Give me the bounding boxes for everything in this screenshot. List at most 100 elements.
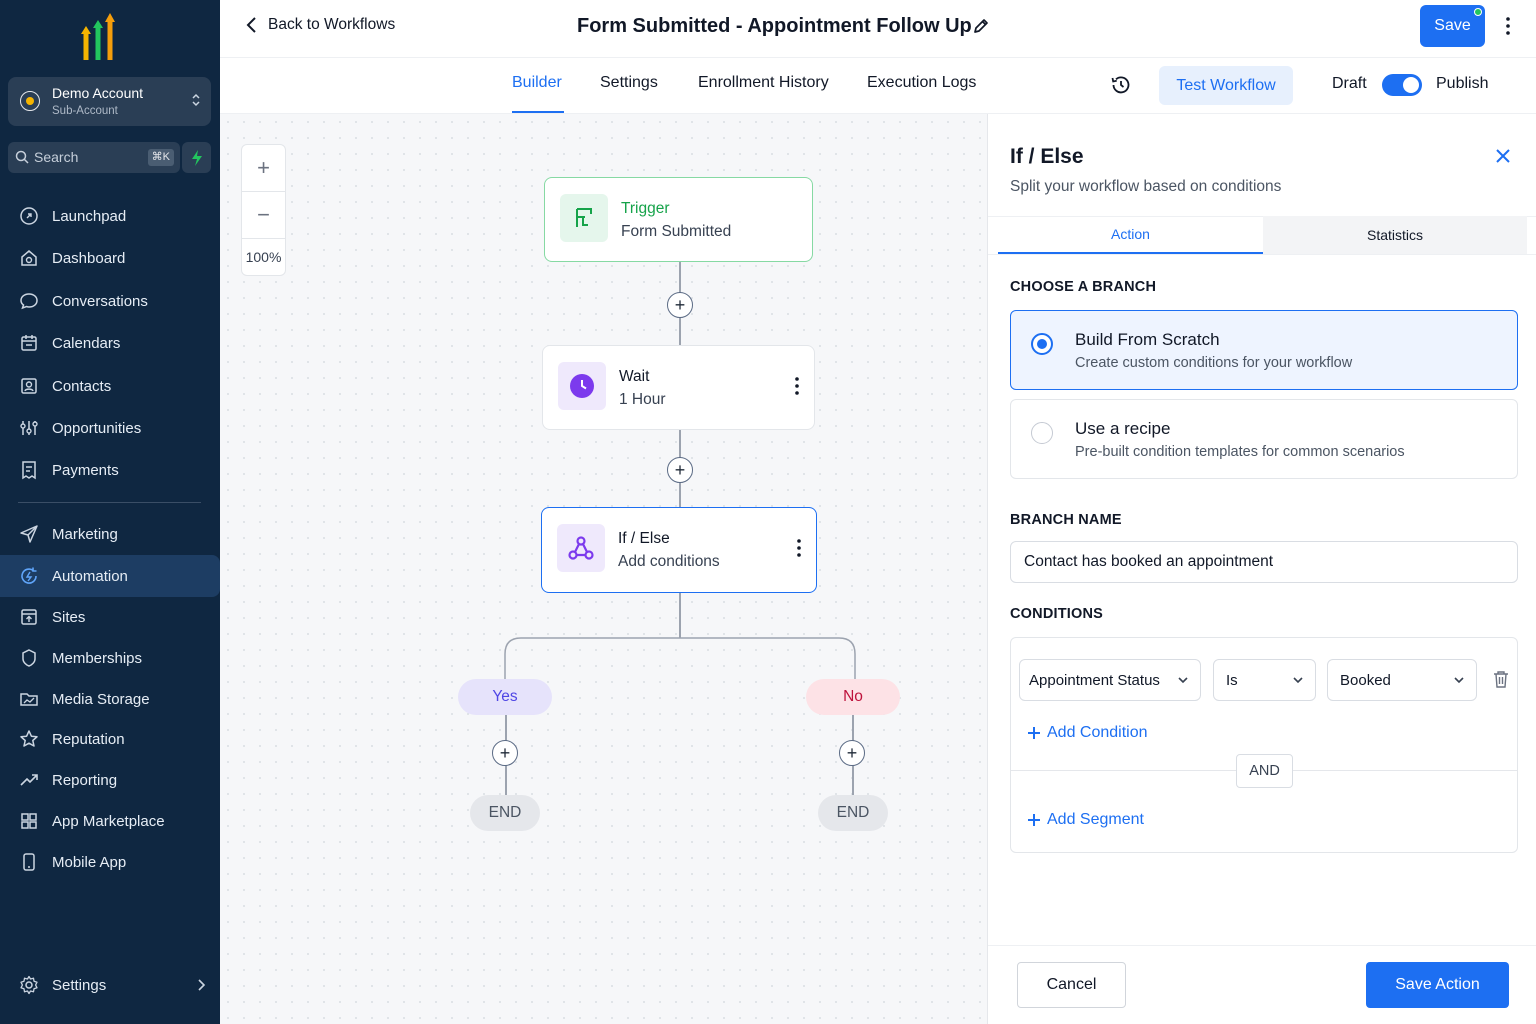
zoom-out-button[interactable]: − — [242, 192, 285, 238]
trigger-node[interactable]: Trigger Form Submitted — [544, 177, 813, 262]
zoom-divider — [242, 238, 285, 239]
sidebar-item-payments[interactable]: Payments — [0, 449, 220, 491]
sidebar-item-memberships[interactable]: Memberships — [0, 637, 220, 679]
yes-branch-label[interactable]: Yes — [458, 679, 552, 715]
sidebar-item-settings[interactable]: Settings — [0, 964, 220, 1006]
tab-statistics[interactable]: Statistics — [1263, 216, 1527, 254]
tab-execution-logs[interactable]: Execution Logs — [867, 74, 976, 92]
add-step-button[interactable]: + — [667, 292, 693, 318]
chevron-left-icon — [246, 17, 256, 33]
publish-toggle[interactable] — [1382, 74, 1422, 96]
sidebar-item-label: Calendars — [52, 334, 121, 352]
sidebar-search[interactable]: Search ⌘K — [8, 142, 180, 173]
add-step-yes-button[interactable]: + — [492, 740, 518, 766]
cancel-button[interactable]: Cancel — [1017, 962, 1126, 1008]
chevron-down-icon — [1293, 677, 1303, 684]
ifelse-node[interactable]: If / Else Add conditions — [541, 507, 817, 593]
sidebar-item-reputation[interactable]: Reputation — [0, 718, 220, 760]
sidebar-item-launchpad[interactable]: Launchpad — [0, 195, 220, 237]
tab-builder[interactable]: Builder — [512, 74, 562, 92]
sidebar-item-contacts[interactable]: Contacts — [0, 365, 220, 407]
and-operator-badge[interactable]: AND — [1236, 754, 1293, 788]
selected-value: Appointment Status — [1029, 672, 1160, 689]
connector-line — [679, 593, 681, 638]
sidebar-item-automation[interactable]: Automation — [0, 555, 220, 597]
back-to-workflows-link[interactable]: Back to Workflows — [246, 16, 395, 34]
sidebar-item-marketing[interactable]: Marketing — [0, 513, 220, 555]
radio-button[interactable] — [1031, 422, 1053, 444]
save-button[interactable]: Save — [1420, 5, 1485, 47]
close-icon[interactable] — [1494, 147, 1512, 165]
app-logo[interactable] — [78, 10, 118, 60]
search-shortcut: ⌘K — [147, 149, 174, 166]
sidebar-item-opportunities[interactable]: Opportunities — [0, 407, 220, 449]
tab-enrollment-history[interactable]: Enrollment History — [698, 74, 829, 92]
add-step-no-button[interactable]: + — [839, 740, 865, 766]
sidebar-item-conversations[interactable]: Conversations — [0, 280, 220, 322]
trash-icon[interactable] — [1493, 670, 1509, 688]
automation-icon — [21, 567, 37, 584]
media-storage-icon — [20, 693, 38, 706]
condition-operator-select[interactable]: Is — [1213, 659, 1316, 701]
grid-icon — [21, 813, 37, 829]
sidebar-item-label: Launchpad — [52, 207, 127, 225]
node-menu-icon[interactable] — [796, 538, 802, 558]
branch-name-heading: BRANCH NAME — [1010, 512, 1122, 528]
quick-actions-button[interactable] — [182, 142, 211, 173]
option-build-from-scratch[interactable]: Build From Scratch Create custom conditi… — [1010, 310, 1518, 390]
trigger-subtitle: Form Submitted — [621, 223, 732, 240]
workflow-title: Form Submitted - Appointment Follow Up — [577, 15, 972, 37]
dashboard-icon — [21, 250, 37, 266]
history-icon[interactable] — [1110, 74, 1132, 96]
sidebar-item-dashboard[interactable]: Dashboard — [0, 237, 220, 279]
sidebar-item-mobile-app[interactable]: Mobile App — [0, 841, 220, 883]
chevron-down-icon — [1178, 677, 1188, 684]
calendar-icon — [21, 335, 37, 351]
payments-icon — [22, 461, 36, 480]
add-segment-button[interactable]: Add Segment — [1027, 811, 1144, 829]
condition-value-select[interactable]: Booked — [1327, 659, 1477, 701]
add-step-button[interactable]: + — [667, 457, 693, 483]
zoom-in-button[interactable]: + — [242, 145, 285, 191]
sidebar-item-label: Mobile App — [52, 853, 127, 871]
tab-action-label: Action — [1111, 226, 1150, 242]
test-workflow-button[interactable]: Test Workflow — [1159, 66, 1293, 105]
workflow-canvas[interactable]: + − 100% Trigger Form Submitted + Wait 1… — [220, 114, 987, 1024]
workflow-tabs: Builder Settings Enrollment History Exec… — [220, 58, 1536, 114]
sidebar-item-sites[interactable]: Sites — [0, 596, 220, 638]
tab-settings[interactable]: Settings — [600, 74, 658, 92]
chat-icon — [20, 293, 38, 310]
option-use-recipe[interactable]: Use a recipe Pre-built condition templat… — [1010, 399, 1518, 479]
sidebar-item-app-marketplace[interactable]: App Marketplace — [0, 800, 220, 842]
contacts-icon — [21, 378, 37, 394]
unsaved-indicator — [1474, 8, 1482, 16]
sidebar-item-reporting[interactable]: Reporting — [0, 759, 220, 801]
branch-connector — [504, 637, 856, 714]
form-icon — [560, 194, 608, 242]
edit-title-icon[interactable] — [972, 17, 990, 35]
choose-branch-heading: CHOOSE A BRANCH — [1010, 279, 1157, 295]
node-menu-icon[interactable] — [794, 376, 800, 396]
more-options-icon[interactable] — [1500, 16, 1516, 36]
wait-node[interactable]: Wait 1 Hour — [542, 345, 815, 430]
sidebar-item-media-storage[interactable]: Media Storage — [0, 678, 220, 720]
save-action-button[interactable]: Save Action — [1366, 962, 1509, 1008]
radio-button[interactable] — [1031, 333, 1053, 355]
no-branch-label[interactable]: No — [806, 679, 900, 715]
account-switcher[interactable]: Demo Account Sub-Account — [8, 77, 211, 126]
mobile-icon — [23, 853, 35, 871]
sidebar-item-calendars[interactable]: Calendars — [0, 322, 220, 364]
sites-icon — [21, 609, 37, 625]
condition-field-select[interactable]: Appointment Status — [1019, 659, 1201, 701]
save-label: Save — [1434, 17, 1471, 34]
selected-value: Booked — [1340, 672, 1391, 689]
no-label: No — [843, 688, 863, 705]
opportunities-icon — [20, 421, 38, 435]
top-bar: Back to Workflows Form Submitted - Appoi… — [220, 0, 1536, 58]
branch-name-input[interactable] — [1010, 541, 1518, 583]
tab-action[interactable]: Action — [998, 216, 1263, 254]
add-condition-button[interactable]: Add Condition — [1027, 724, 1148, 742]
option-description: Pre-built condition templates for common… — [1075, 444, 1405, 460]
search-icon — [15, 150, 29, 164]
end-yes-node: END — [470, 795, 540, 831]
